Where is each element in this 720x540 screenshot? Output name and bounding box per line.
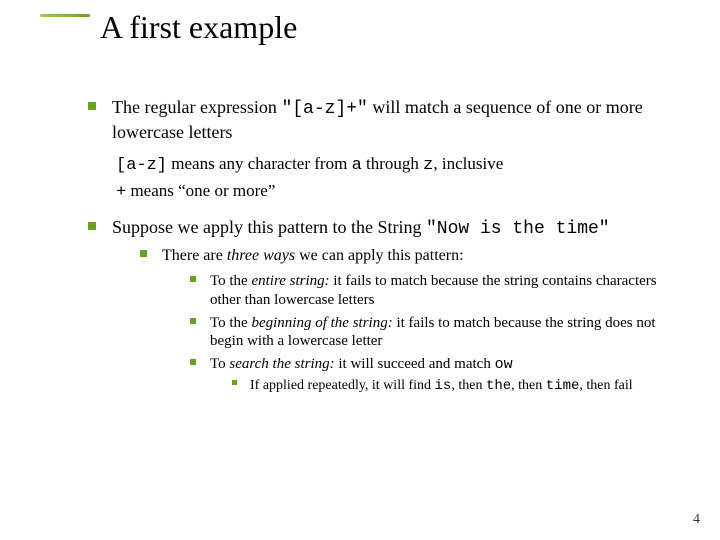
- title-block: A first example: [40, 14, 297, 46]
- text: , inclusive: [433, 154, 503, 173]
- text: means “one or more”: [126, 181, 275, 200]
- text: To the: [210, 315, 251, 331]
- code: [a-z]: [116, 156, 167, 175]
- text: To: [210, 356, 229, 372]
- code: +: [116, 183, 126, 202]
- em: search the string:: [229, 356, 334, 372]
- square-bullet-icon: [232, 380, 237, 385]
- bullet-apply-pattern: Suppose we apply this pattern to the Str…: [88, 216, 680, 396]
- text: it will succeed and match: [335, 356, 495, 372]
- text: we can apply this pattern:: [295, 247, 463, 264]
- em: beginning of the string:: [251, 315, 392, 331]
- slide-content: The regular expression "[a-z]+" will mat…: [88, 96, 680, 405]
- text: Suppose we apply this pattern to the Str…: [112, 217, 426, 237]
- slide-title: A first example: [100, 9, 297, 46]
- code-string: "Now is the time": [426, 219, 610, 239]
- title-accent-bar: [40, 14, 90, 17]
- square-bullet-icon: [190, 318, 196, 324]
- text: , then: [451, 378, 486, 393]
- bullet-regex-description: The regular expression "[a-z]+" will mat…: [88, 96, 680, 143]
- code: z: [423, 156, 433, 175]
- text: through: [362, 154, 423, 173]
- text: There are: [162, 247, 227, 264]
- code-regex: "[a-z]+": [281, 99, 367, 119]
- text: To the: [210, 273, 251, 289]
- square-bullet-icon: [88, 102, 96, 110]
- text: The regular expression: [112, 97, 281, 117]
- code: ow: [495, 356, 513, 373]
- code: is: [435, 378, 452, 394]
- em: entire string:: [251, 273, 329, 289]
- code: the: [486, 378, 511, 394]
- code: a: [352, 156, 362, 175]
- text: If applied repeatedly, it will find: [250, 378, 435, 393]
- square-bullet-icon: [140, 250, 147, 257]
- sub-bullet-three-ways: There are three ways we can apply this p…: [140, 246, 680, 395]
- square-bullet-icon: [190, 276, 196, 282]
- way-entire-string: To the entire string: it fails to match …: [190, 272, 680, 310]
- code: time: [546, 378, 580, 394]
- repeated-application: If applied repeatedly, it will find is, …: [232, 377, 680, 396]
- sub-bullet-charclass: [a-z] means any character from a through…: [116, 153, 680, 176]
- em: three ways: [227, 247, 295, 264]
- page-number: 4: [693, 512, 700, 528]
- slide: A first example The regular expression "…: [0, 0, 720, 540]
- square-bullet-icon: [88, 222, 96, 230]
- way-beginning: To the beginning of the string: it fails…: [190, 314, 680, 352]
- text: means any character from: [167, 154, 352, 173]
- text: , then fail: [579, 378, 632, 393]
- text: , then: [511, 378, 546, 393]
- way-search: To search the string: it will succeed an…: [190, 355, 680, 395]
- sub-bullet-plus: + means “one or more”: [116, 180, 680, 203]
- square-bullet-icon: [190, 359, 196, 365]
